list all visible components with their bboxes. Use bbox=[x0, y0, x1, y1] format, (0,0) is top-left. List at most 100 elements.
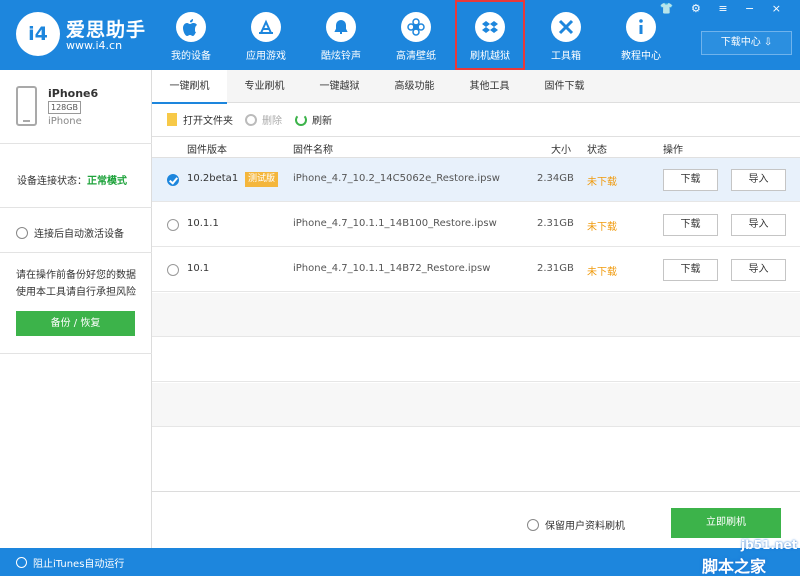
auto-activate-option[interactable]: 连接后自动激活设备 bbox=[16, 225, 124, 240]
sidebar-divider bbox=[0, 143, 152, 144]
nav-label: 酷炫铃声 bbox=[321, 51, 361, 62]
radio-icon[interactable] bbox=[167, 219, 179, 231]
nav-ringtones[interactable]: 酷炫铃声 bbox=[303, 0, 379, 70]
folder-icon bbox=[167, 113, 177, 126]
tools-icon bbox=[551, 12, 581, 42]
refresh-icon bbox=[295, 113, 307, 126]
device-capacity-badge: 128GB bbox=[48, 101, 81, 114]
sidebar: iPhone6 128GB iPhone 设备连接状态：正常模式 连接后自动激活… bbox=[0, 70, 152, 548]
delete-icon bbox=[245, 113, 257, 126]
radio-icon[interactable] bbox=[16, 556, 27, 568]
brand-url: www.i4.cn bbox=[66, 39, 123, 52]
sidebar-divider bbox=[0, 207, 152, 208]
firmware-size: 2.31GB bbox=[537, 263, 574, 274]
tab-bar: 一键刷机 专业刷机 一键越狱 高级功能 其他工具 固件下载 bbox=[152, 70, 800, 104]
tab-advanced[interactable]: 高级功能 bbox=[377, 70, 452, 103]
keep-data-label: 保留用户资料刷机 bbox=[545, 521, 625, 532]
nav-flash-jailbreak[interactable]: 刷机越狱 bbox=[455, 0, 525, 70]
firmware-status: 未下载 bbox=[587, 222, 617, 233]
nav-label: 我的设备 bbox=[171, 51, 211, 62]
bottom-action-bar: 保留用户资料刷机 立即刷机 bbox=[152, 491, 800, 548]
download-button[interactable]: 下载 bbox=[663, 259, 718, 281]
nav-label: 高清壁纸 bbox=[396, 51, 436, 62]
firmware-name: iPhone_4.7_10.1.1_14B100_Restore.ipsw bbox=[293, 218, 497, 229]
firmware-status: 未下载 bbox=[587, 177, 617, 188]
empty-row bbox=[152, 383, 800, 427]
sidebar-divider bbox=[0, 252, 152, 253]
device-name: iPhone6 bbox=[48, 87, 99, 100]
watermark-site: jb51.net bbox=[741, 538, 798, 552]
tab-other-tools[interactable]: 其他工具 bbox=[452, 70, 527, 103]
nav-label: 工具箱 bbox=[551, 51, 581, 62]
dropbox-icon bbox=[475, 12, 505, 42]
beta-badge: 测试版 bbox=[245, 172, 279, 187]
main-panel: 一键刷机 专业刷机 一键越狱 高级功能 其他工具 固件下载 打开文件夹 删除 刷… bbox=[152, 70, 800, 548]
app-store-icon bbox=[251, 12, 281, 42]
tab-pro-flash[interactable]: 专业刷机 bbox=[227, 70, 302, 103]
backup-restore-button[interactable]: 备份 / 恢复 bbox=[16, 311, 135, 336]
connection-status-value: 正常模式 bbox=[87, 176, 127, 187]
info-icon bbox=[626, 12, 656, 42]
radio-selected-icon[interactable] bbox=[167, 174, 179, 186]
flower-icon bbox=[401, 12, 431, 42]
brand-name: 爱思助手 bbox=[66, 19, 147, 41]
table-header: 固件版本 固件名称 大小 状态 操作 bbox=[152, 136, 800, 158]
sidebar-divider bbox=[0, 353, 152, 354]
nav-label: 应用游戏 bbox=[246, 51, 286, 62]
table-row[interactable]: 10.1.1 iPhone_4.7_10.1.1_14B100_Restore.… bbox=[152, 203, 800, 247]
status-bar: 阻止iTunes自动运行 bbox=[0, 548, 800, 576]
backup-warning: 请在操作前备份好您的数据 使用本工具请自行承担风险 bbox=[16, 270, 136, 298]
nav-apps-games[interactable]: 应用游戏 bbox=[228, 0, 304, 70]
delete-label: 删除 bbox=[262, 116, 282, 127]
refresh-label: 刷新 bbox=[312, 116, 332, 127]
empty-row bbox=[152, 338, 800, 382]
window-controls[interactable]: 👕 ⚙ ≡ − × bbox=[660, 2, 788, 15]
radio-icon[interactable] bbox=[527, 518, 539, 531]
block-itunes-option[interactable]: 阻止iTunes自动运行 bbox=[0, 548, 152, 576]
download-button[interactable]: 下载 bbox=[663, 169, 718, 191]
table-row[interactable]: 10.1 iPhone_4.7_10.1.1_14B72_Restore.ips… bbox=[152, 248, 800, 292]
flash-now-button[interactable]: 立即刷机 bbox=[671, 508, 781, 538]
nav-wallpapers[interactable]: 高清壁纸 bbox=[378, 0, 454, 70]
refresh-button[interactable]: 刷新 bbox=[295, 112, 332, 127]
block-itunes-label: 阻止iTunes自动运行 bbox=[33, 558, 125, 570]
nav-label: 教程中心 bbox=[621, 51, 661, 62]
apple-icon bbox=[176, 12, 206, 42]
radio-icon[interactable] bbox=[167, 264, 179, 276]
connection-status: 设备连接状态：正常模式 bbox=[17, 172, 127, 187]
open-folder-label: 打开文件夹 bbox=[183, 116, 233, 127]
open-folder-button[interactable]: 打开文件夹 bbox=[167, 112, 233, 127]
header-bar: i4 爱思助手 www.i4.cn 我的设备 应用游戏 酷炫铃声 高清壁纸 刷机… bbox=[0, 0, 800, 70]
empty-row bbox=[152, 293, 800, 337]
delete-button[interactable]: 删除 bbox=[245, 112, 282, 127]
firmware-size: 2.31GB bbox=[537, 218, 574, 229]
firmware-name: iPhone_4.7_10.2_14C5062e_Restore.ipsw bbox=[293, 173, 500, 184]
column-size: 大小 bbox=[551, 145, 571, 156]
download-center-button[interactable]: 下载中心 ⇩ bbox=[701, 31, 792, 55]
nav-my-device[interactable]: 我的设备 bbox=[153, 0, 229, 70]
column-name: 固件名称 bbox=[293, 145, 333, 156]
toolbar: 打开文件夹 删除 刷新 bbox=[152, 104, 800, 136]
firmware-version: 10.2beta1 bbox=[187, 173, 239, 184]
empty-row bbox=[152, 428, 800, 491]
import-button[interactable]: 导入 bbox=[731, 214, 786, 236]
column-action: 操作 bbox=[663, 145, 683, 156]
firmware-name: iPhone_4.7_10.1.1_14B72_Restore.ipsw bbox=[293, 263, 491, 274]
keep-user-data-option[interactable]: 保留用户资料刷机 bbox=[527, 517, 625, 532]
tab-one-click-jailbreak[interactable]: 一键越狱 bbox=[302, 70, 377, 103]
nav-label: 刷机越狱 bbox=[470, 51, 510, 62]
firmware-version: 10.1.1 bbox=[187, 218, 219, 229]
firmware-version: 10.1 bbox=[187, 263, 210, 274]
radio-icon[interactable] bbox=[16, 226, 28, 239]
column-status: 状态 bbox=[587, 145, 607, 156]
download-button[interactable]: 下载 bbox=[663, 214, 718, 236]
import-button[interactable]: 导入 bbox=[731, 169, 786, 191]
table-row[interactable]: 10.2beta1 测试版 iPhone_4.7_10.2_14C5062e_R… bbox=[152, 158, 800, 202]
app-logo: i4 bbox=[16, 12, 60, 56]
nav-toolbox[interactable]: 工具箱 bbox=[528, 0, 604, 70]
device-type: iPhone bbox=[48, 116, 82, 127]
tab-firmware-download[interactable]: 固件下载 bbox=[527, 70, 602, 103]
watermark-text: 脚本之家 bbox=[702, 557, 767, 576]
import-button[interactable]: 导入 bbox=[731, 259, 786, 281]
tab-one-click-flash[interactable]: 一键刷机 bbox=[152, 70, 227, 104]
